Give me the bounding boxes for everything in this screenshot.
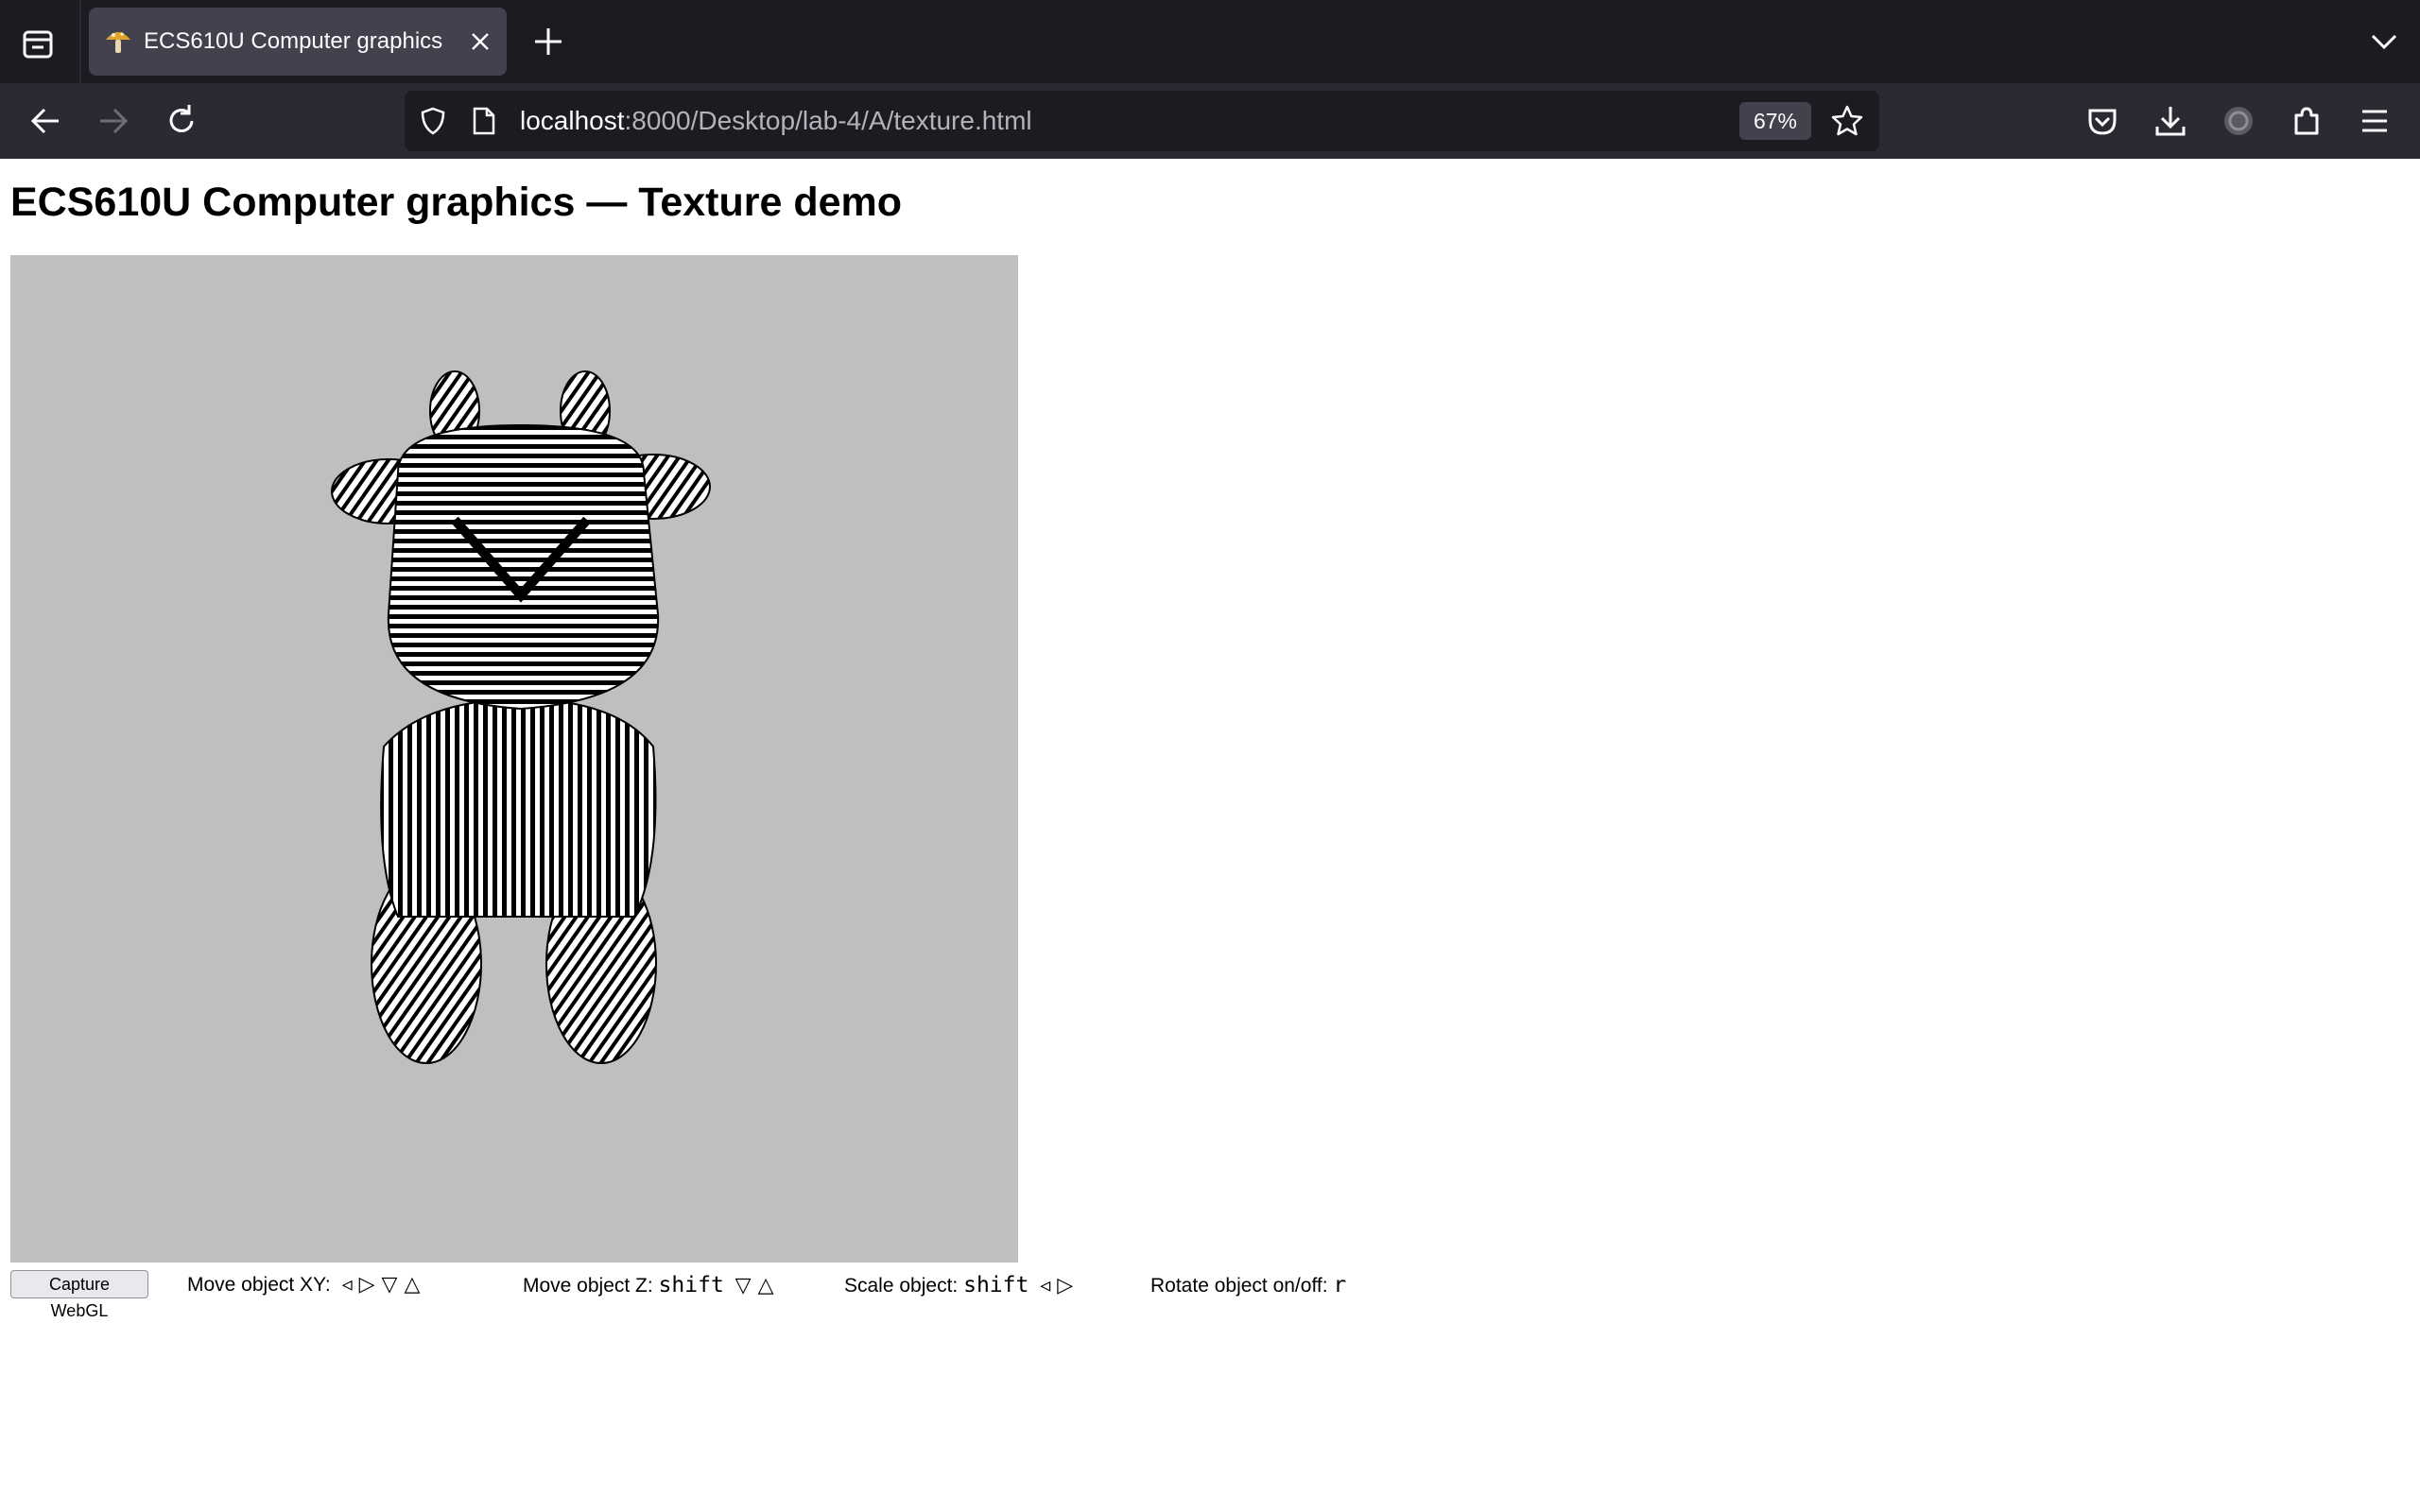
move-xy-arrow-keys: ◃ ▷ ▽ △ [341, 1273, 421, 1297]
url-path: :8000/Desktop/lab-4/A/texture.html [624, 106, 1032, 135]
move-z-label: Move object Z: [523, 1275, 653, 1297]
textured-cow-render [331, 370, 711, 1064]
reload-icon[interactable] [163, 102, 200, 140]
scale-modifier: shift [963, 1273, 1029, 1297]
rotate-label: Rotate object on/off: [1150, 1275, 1328, 1297]
account-icon[interactable] [2220, 102, 2257, 140]
controls-bar: Capture WebGL Move object XY: ◃ ▷ ▽ △ Mo… [10, 1268, 1901, 1320]
rotate-key: r [1333, 1273, 1347, 1297]
pocket-icon[interactable] [2083, 102, 2121, 140]
move-z-hint: Move object Z: shift ▽ △ [523, 1268, 774, 1303]
page-icon[interactable] [471, 106, 497, 136]
shield-icon[interactable] [418, 106, 448, 136]
close-tab-icon[interactable] [467, 28, 493, 55]
forward-icon[interactable] [95, 102, 132, 140]
move-xy-label: Move object XY: [187, 1274, 331, 1296]
rotate-hint: Rotate object on/off: r [1150, 1268, 1346, 1303]
mushroom-icon [106, 32, 130, 53]
downloads-icon[interactable] [2152, 102, 2189, 140]
capture-webgl-button[interactable]: Capture WebGL [10, 1270, 148, 1320]
scale-arrow-keys: ◃ ▷ [1040, 1274, 1074, 1297]
url-host: localhost [520, 106, 625, 135]
bookmark-star-icon[interactable] [1830, 104, 1864, 138]
scale-hint: Scale object: shift ◃ ▷ [844, 1268, 1073, 1303]
tab-separator [79, 0, 81, 83]
extensions-icon[interactable] [2288, 102, 2325, 140]
zoom-level-badge[interactable]: 67% [1739, 102, 1811, 140]
tab-bar: ECS610U Computer graphics [0, 0, 2420, 83]
chevron-down-icon[interactable] [2369, 28, 2399, 55]
page-title: ECS610U Computer graphics — Texture demo [10, 180, 903, 225]
page-content: ECS610U Computer graphics — Texture demo [0, 161, 2420, 1512]
navigation-toolbar: localhost:8000/Desktop/lab-4/A/texture.h… [0, 83, 2420, 159]
firefox-view-icon[interactable] [19, 25, 57, 62]
scale-label: Scale object: [844, 1275, 959, 1297]
webgl-canvas[interactable] [10, 255, 1018, 1263]
back-icon[interactable] [26, 102, 64, 140]
menu-icon[interactable] [2356, 102, 2394, 140]
new-tab-icon[interactable] [531, 25, 565, 59]
tab-title: ECS610U Computer graphics [144, 28, 443, 54]
url-text[interactable]: localhost:8000/Desktop/lab-4/A/texture.h… [520, 91, 1032, 151]
url-bar[interactable]: localhost:8000/Desktop/lab-4/A/texture.h… [405, 91, 1879, 151]
active-tab[interactable]: ECS610U Computer graphics [89, 8, 507, 76]
move-z-modifier: shift [658, 1273, 724, 1297]
move-z-arrow-keys: ▽ △ [735, 1274, 774, 1297]
move-xy-hint: Move object XY: ◃ ▷ ▽ △ [187, 1268, 420, 1302]
